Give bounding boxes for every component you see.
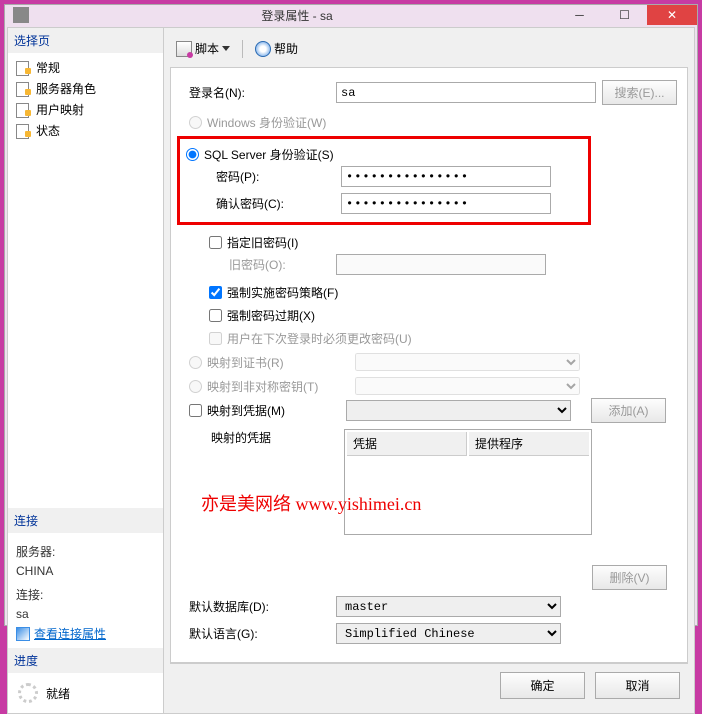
page-icon [16,82,32,96]
page-list: 常规 服务器角色 用户映射 状态 [8,53,163,508]
form-area: 登录名(N): 搜索(E)... Windows 身份验证(W) SQL Ser… [170,67,688,663]
minimize-button[interactable]: ─ [557,5,602,25]
help-button[interactable]: 帮助 [251,38,302,59]
provider-col-header: 提供程序 [469,432,589,456]
map-asym-radio [189,380,202,393]
select-page-header: 选择页 [8,28,163,53]
win-auth-radio [189,116,202,129]
old-password-input [336,254,546,275]
must-change-label: 用户在下次登录时必须更改密码(U) [227,330,412,347]
sidebar-item-server-roles[interactable]: 服务器角色 [12,78,159,99]
watermark: 亦是美网络 www.yishimei.cn [201,490,421,516]
mapped-cred-label: 映射的凭据 [181,429,344,446]
view-conn-props-link[interactable]: 查看连接属性 [34,625,106,642]
enforce-expire-label: 强制密码过期(X) [227,307,315,324]
map-cred-select[interactable] [346,400,571,421]
confirm-password-label: 确认密码(C): [186,195,341,212]
script-button[interactable]: 脚本 [172,38,234,59]
connection-header: 连接 [8,508,163,533]
default-lang-label: 默认语言(G): [181,625,336,642]
confirm-password-input[interactable] [341,193,551,214]
ok-button[interactable]: 确定 [500,672,585,699]
page-icon [16,124,32,138]
map-asym-label: 映射到非对称密钥(T) [207,378,350,395]
add-button[interactable]: 添加(A) [591,398,666,423]
must-change-checkbox [209,332,222,345]
progress-header: 进度 [8,648,163,673]
cred-col-header: 凭据 [347,432,467,456]
win-auth-label: Windows 身份验证(W) [207,114,326,131]
map-asym-select [355,377,580,395]
login-input[interactable] [336,82,596,103]
login-label: 登录名(N): [181,84,336,101]
default-db-select[interactable]: master [336,596,561,617]
delete-button[interactable]: 删除(V) [592,565,667,590]
script-icon [176,41,192,57]
map-cert-label: 映射到证书(R) [207,354,350,371]
toolbar: 脚本 帮助 [170,34,688,67]
window-title: 登录属性 - sa [37,7,557,24]
server-value: CHINA [12,562,159,580]
credentials-table[interactable]: 凭据 提供程序 [344,429,592,535]
separator [242,40,243,58]
maximize-button[interactable]: ☐ [602,5,647,25]
old-password-label: 旧密码(O): [181,256,336,273]
sidebar: 选择页 常规 服务器角色 用户映射 状态 连接 服务器: CHINA 连接: s… [8,28,164,713]
highlight-box: SQL Server 身份验证(S) 密码(P): 确认密码(C): [177,136,591,225]
specify-old-checkbox[interactable] [209,236,222,249]
map-cred-checkbox[interactable] [189,404,202,417]
search-button[interactable]: 搜索(E)... [602,80,677,105]
default-db-label: 默认数据库(D): [181,598,336,615]
page-icon [16,61,32,75]
ready-label: 就绪 [46,685,70,702]
help-icon [255,41,271,57]
page-icon [16,103,32,117]
bottom-bar: 确定 取消 [170,663,688,707]
spinner-icon [18,683,38,703]
map-cred-label: 映射到凭据(M) [207,402,346,419]
conn-value: sa [12,605,159,623]
sql-auth-radio[interactable] [186,148,199,161]
enforce-expire-checkbox[interactable] [209,309,222,322]
sidebar-item-user-mapping[interactable]: 用户映射 [12,99,159,120]
main-panel: 脚本 帮助 登录名(N): 搜索(E)... Wi [164,28,694,713]
sidebar-item-status[interactable]: 状态 [12,120,159,141]
cancel-button[interactable]: 取消 [595,672,680,699]
enforce-policy-label: 强制实施密码策略(F) [227,284,338,301]
connection-info: 服务器: CHINA 连接: sa 查看连接属性 [8,533,163,648]
map-cert-select [355,353,580,371]
map-cert-radio [189,356,202,369]
enforce-policy-checkbox[interactable] [209,286,222,299]
sidebar-item-general[interactable]: 常规 [12,57,159,78]
sql-auth-label: SQL Server 身份验证(S) [204,146,334,163]
view-conn-props-row: 查看连接属性 [12,623,159,644]
progress-body: 就绪 [8,673,163,713]
chevron-down-icon [222,46,230,51]
password-input[interactable] [341,166,551,187]
titlebar: 登录属性 - sa ─ ☐ ✕ [5,5,697,25]
close-button[interactable]: ✕ [647,5,697,25]
content-area: 选择页 常规 服务器角色 用户映射 状态 连接 服务器: CHINA 连接: s… [7,27,695,714]
conn-label: 连接: [12,584,159,605]
properties-icon [16,627,30,641]
default-lang-select[interactable]: Simplified Chinese [336,623,561,644]
window-controls: ─ ☐ ✕ [557,5,697,25]
app-icon [13,7,29,23]
dialog-window: 登录属性 - sa ─ ☐ ✕ 选择页 常规 服务器角色 用户映射 状态 连接 … [4,4,698,626]
server-label: 服务器: [12,541,159,562]
password-label: 密码(P): [186,168,341,185]
specify-old-label: 指定旧密码(I) [227,234,298,251]
